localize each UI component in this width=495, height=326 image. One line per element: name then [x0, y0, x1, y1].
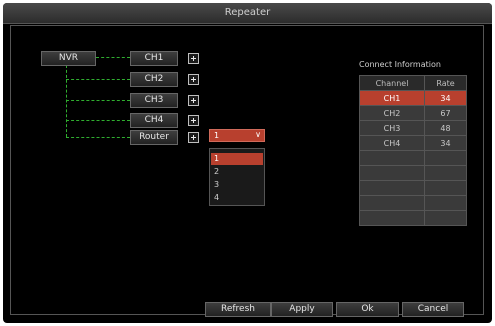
channel-cell	[359, 195, 425, 211]
link-line-ch2	[66, 79, 130, 80]
cancel-label: Cancel	[417, 304, 449, 314]
table-row[interactable]	[359, 165, 467, 181]
rate-cell	[424, 150, 467, 166]
router-option[interactable]: 2	[211, 166, 263, 178]
connect-info-title: Connect Information	[359, 60, 441, 69]
channel-cell: CH2	[359, 105, 425, 121]
channel-label: CH1	[144, 53, 164, 63]
table-row[interactable]: CH1 34	[359, 90, 467, 106]
apply-button[interactable]: Apply	[271, 302, 333, 317]
window-title: Repeater	[224, 7, 271, 18]
connect-info-table: Channel Rate CH1 34 CH2 67 CH3 48 CH4 34	[359, 75, 467, 226]
table-header-row: Channel Rate	[359, 75, 467, 91]
column-header-channel: Channel	[359, 75, 425, 91]
table-row[interactable]	[359, 150, 467, 166]
refresh-button[interactable]: Refresh	[205, 302, 271, 317]
add-ch1-icon[interactable]	[188, 53, 199, 64]
ok-label: Ok	[361, 304, 374, 314]
add-router-icon[interactable]	[188, 132, 199, 143]
apply-label: Apply	[289, 304, 315, 314]
nvr-label: NVR	[58, 53, 79, 63]
channel-button-ch4[interactable]: CH4	[130, 113, 178, 128]
table-row[interactable]: CH4 34	[359, 135, 467, 151]
table-row[interactable]: CH2 67	[359, 105, 467, 121]
router-label: Router	[139, 132, 169, 142]
rate-cell	[424, 195, 467, 211]
title-bar: Repeater	[3, 3, 492, 24]
table-row[interactable]: CH3 48	[359, 120, 467, 136]
rate-cell: 34	[424, 135, 467, 151]
rate-cell	[424, 210, 467, 226]
channel-label: CH3	[144, 95, 164, 105]
add-ch2-icon[interactable]	[188, 74, 199, 85]
repeater-window: Repeater NVR CH1 CH2 CH3 CH4 Router 1 ∨ …	[3, 3, 492, 323]
rate-cell	[424, 165, 467, 181]
router-option[interactable]: 3	[211, 179, 263, 191]
ok-button[interactable]: Ok	[336, 302, 399, 317]
router-option[interactable]: 1	[211, 153, 263, 165]
rate-cell: 34	[424, 90, 467, 106]
table-row[interactable]	[359, 210, 467, 226]
chevron-down-icon: ∨	[255, 130, 261, 139]
add-ch3-icon[interactable]	[188, 95, 199, 106]
channel-button-ch2[interactable]: CH2	[130, 72, 178, 87]
channel-label: CH4	[144, 115, 164, 125]
rate-cell: 67	[424, 105, 467, 121]
column-header-rate: Rate	[424, 75, 467, 91]
channel-cell: CH4	[359, 135, 425, 151]
channel-button-ch1[interactable]: CH1	[130, 51, 178, 66]
nvr-button[interactable]: NVR	[41, 51, 96, 66]
channel-cell: CH1	[359, 90, 425, 106]
router-select-dropdown: 1 2 3 4	[209, 148, 265, 206]
table-row[interactable]	[359, 195, 467, 211]
channel-label: CH2	[144, 74, 164, 84]
link-line-router	[66, 137, 130, 138]
channel-button-ch3[interactable]: CH3	[130, 93, 178, 108]
router-select[interactable]: 1 ∨	[209, 129, 265, 142]
link-line-ch3	[66, 100, 130, 101]
router-select-value: 1	[214, 131, 220, 140]
table-row[interactable]	[359, 180, 467, 196]
router-option[interactable]: 4	[211, 192, 263, 204]
link-line-trunk	[66, 65, 67, 137]
cancel-button[interactable]: Cancel	[402, 302, 464, 317]
channel-cell	[359, 165, 425, 181]
channel-cell	[359, 180, 425, 196]
rate-cell: 48	[424, 120, 467, 136]
refresh-label: Refresh	[221, 304, 255, 314]
router-button[interactable]: Router	[130, 130, 178, 145]
add-ch4-icon[interactable]	[188, 115, 199, 126]
channel-cell	[359, 210, 425, 226]
link-line-ch4	[66, 120, 130, 121]
link-line-nvr-ch1	[96, 57, 130, 58]
channel-cell	[359, 150, 425, 166]
channel-cell: CH3	[359, 120, 425, 136]
rate-cell	[424, 180, 467, 196]
